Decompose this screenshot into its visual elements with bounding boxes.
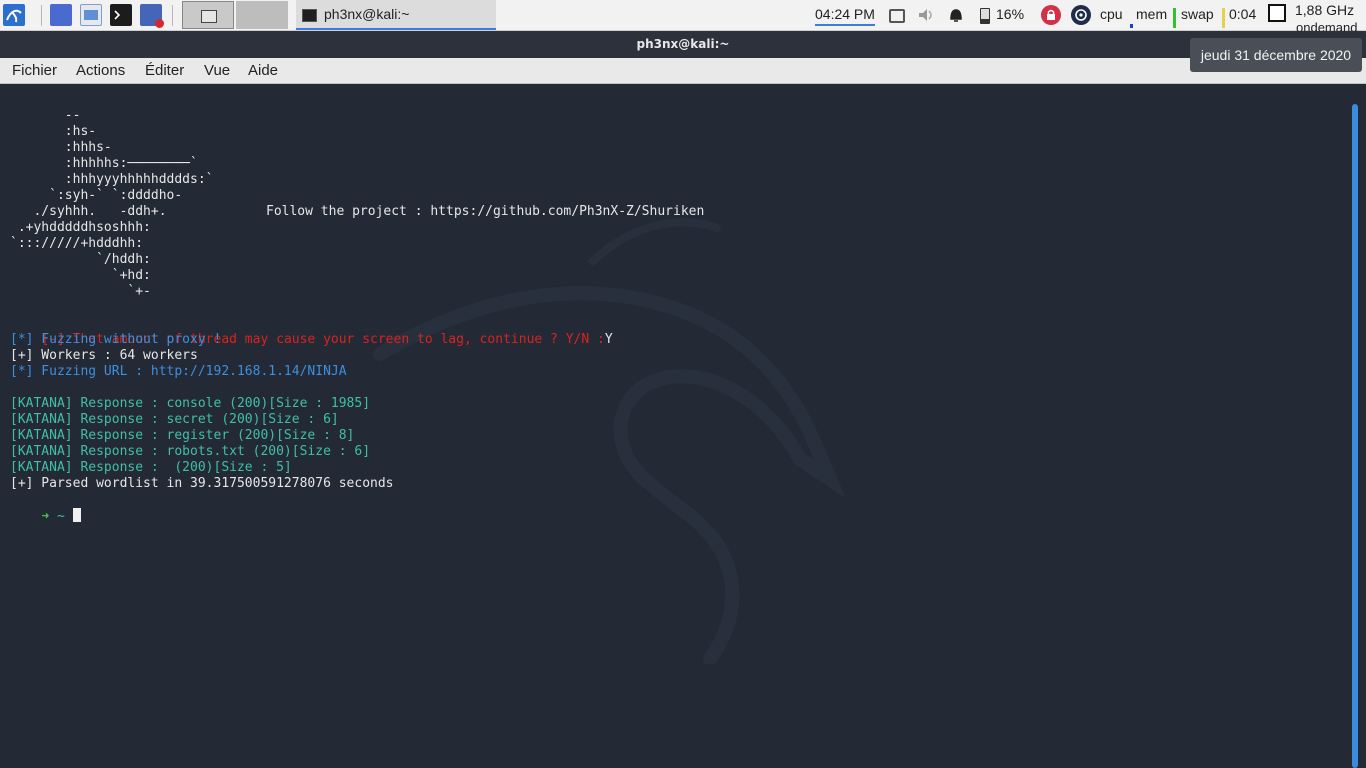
cpu-frequency: 1,88 GHz xyxy=(1295,2,1355,18)
kali-dragon-watermark xyxy=(373,218,846,664)
menu-actions[interactable]: Actions xyxy=(76,62,125,79)
menu-vue[interactable]: Vue xyxy=(204,62,230,79)
response-line: [KATANA] Response : secret (200)[Size : … xyxy=(10,412,339,427)
logo-line: ./syhhh. -ddh+. xyxy=(10,204,167,219)
logo-line: -- xyxy=(10,108,81,123)
lock-screen-icon[interactable] xyxy=(1041,5,1061,25)
date-tooltip-text: jeudi 31 décembre 2020 xyxy=(1200,47,1352,63)
volume-icon[interactable] xyxy=(917,7,935,27)
parsed-line: [+] Parsed wordlist in 39.31750059127807… xyxy=(10,476,394,491)
battery-icon[interactable] xyxy=(980,8,990,24)
response-line: [KATANA] Response : console (200)[Size :… xyxy=(10,396,371,411)
menu-editer[interactable]: Éditer xyxy=(145,62,184,79)
menu-fichier[interactable]: Fichier xyxy=(12,62,57,79)
clock[interactable]: 04:24 PM xyxy=(815,6,875,26)
workspace-1[interactable] xyxy=(182,1,234,29)
logo-line: :hhhhhs:────────` xyxy=(10,156,198,171)
logo-line: :hs- xyxy=(10,124,97,139)
warning-answer: Y xyxy=(604,332,613,347)
logout-icon[interactable] xyxy=(1071,5,1091,25)
response-line: [KATANA] Response : robots.txt (200)[Siz… xyxy=(10,444,371,459)
follow-project-line: Follow the project : https://github.com/… xyxy=(266,204,705,219)
kali-menu-icon[interactable] xyxy=(3,4,25,26)
panel-separator xyxy=(172,5,173,26)
taskbar-terminal-window[interactable]: ph3nx@kali:~ xyxy=(296,0,496,30)
workspace-2[interactable] xyxy=(236,1,288,29)
top-panel: ph3nx@kali:~ 04:24 PM 16% cpu mem swap 0… xyxy=(0,0,1366,31)
logo-line: :hhhyyyhhhhhdddds:` xyxy=(10,172,214,187)
menu-bar: Fichier Actions Éditer Vue Aide xyxy=(0,58,1366,84)
fuzzing-url-line: [*] Fuzzing URL : http://192.168.1.14/NI… xyxy=(10,364,347,379)
logo-line: `:syh-` `:ddddho- xyxy=(10,188,183,203)
proxy-line: [*] Fuzzing without proxy ! xyxy=(10,332,222,347)
prompt-directory: ~ xyxy=(56,509,65,524)
logo-line: `+- xyxy=(10,284,151,299)
response-line: [KATANA] Response : (200)[Size : 5] xyxy=(10,460,292,475)
show-desktop-icon[interactable] xyxy=(50,4,72,26)
terminal-output[interactable]: -- :hs- :hhhs- :hhhhhs:────────` :hhhyyy… xyxy=(0,84,1366,768)
mem-monitor-label[interactable]: mem xyxy=(1136,6,1167,22)
uptime: 0:04 xyxy=(1229,6,1257,22)
terminal-launcher-icon[interactable] xyxy=(110,4,132,26)
prompt-arrow-icon: ➜ xyxy=(41,509,50,524)
logo-line: `+hd: xyxy=(10,268,151,283)
terminal-window-icon xyxy=(302,9,317,22)
logo-line: `::://///+hdddhh: xyxy=(10,236,144,251)
shell-prompt[interactable]: ➜ ~ xyxy=(10,492,81,541)
response-line: [KATANA] Response : register (200)[Size … xyxy=(10,428,355,443)
logo-line: .+yhdddddhsoshhh: xyxy=(10,220,151,235)
logo-line: :hhhs- xyxy=(10,140,112,155)
mem-graph xyxy=(1173,8,1176,28)
cpu-graph xyxy=(1130,24,1133,28)
date-tooltip: jeudi 31 décembre 2020 xyxy=(1190,38,1362,72)
panel-separator xyxy=(41,5,42,26)
menu-aide[interactable]: Aide xyxy=(248,62,278,79)
logo-line: `/hddh: xyxy=(10,252,151,267)
cpu-governor: ondemand xyxy=(1296,20,1358,31)
swap-graph xyxy=(1222,8,1225,28)
battery-percent: 16% xyxy=(996,6,1025,22)
cpufreq-icon[interactable] xyxy=(1268,4,1286,22)
window-titlebar[interactable]: ph3nx@kali:~ xyxy=(0,31,1366,58)
screenshot-tool-icon[interactable] xyxy=(140,4,164,28)
notifications-window-icon[interactable] xyxy=(889,9,905,23)
bell-icon[interactable] xyxy=(948,7,964,28)
taskbar-window-label: ph3nx@kali:~ xyxy=(324,6,410,22)
text-cursor xyxy=(72,508,81,522)
file-manager-icon[interactable] xyxy=(80,4,102,26)
swap-monitor-label[interactable]: swap xyxy=(1181,6,1214,22)
window-title: ph3nx@kali:~ xyxy=(636,37,730,51)
terminal-scrollbar[interactable] xyxy=(1352,104,1358,768)
cpu-monitor-label[interactable]: cpu xyxy=(1100,6,1123,22)
workers-line: [+] Workers : 64 workers xyxy=(10,348,198,363)
